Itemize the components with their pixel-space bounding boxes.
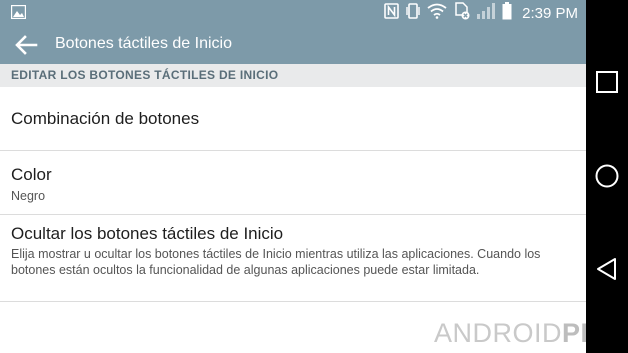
status-bar: 2:39 PM xyxy=(0,0,586,25)
status-time: 2:39 PM xyxy=(522,4,578,22)
watermark: ANDROIDPIT xyxy=(434,318,586,349)
battery-icon xyxy=(502,1,512,25)
wifi-icon xyxy=(427,3,447,24)
vibrate-icon xyxy=(406,2,420,25)
nfc-icon xyxy=(384,2,399,24)
setting-title: Combinación de botones xyxy=(11,109,200,128)
setting-button-combination[interactable]: Combinación de botones xyxy=(0,87,586,151)
setting-summary: Elija mostrar u ocultar los botones táct… xyxy=(11,247,541,277)
status-icons: 2:39 PM xyxy=(384,1,578,25)
back-button[interactable] xyxy=(12,32,40,58)
navigation-bar xyxy=(586,0,628,353)
setting-summary: Negro xyxy=(11,189,46,203)
settings-screen: 2:39 PM Botones táctiles de Inicio EDITA… xyxy=(0,0,586,353)
nav-back-button[interactable] xyxy=(586,249,628,289)
section-header: EDITAR LOS BOTONES TÁCTILES DE INICIO xyxy=(0,64,586,87)
arrow-left-icon xyxy=(15,35,38,55)
section-header-label: EDITAR LOS BOTONES TÁCTILES DE INICIO xyxy=(11,68,279,82)
home-icon xyxy=(595,164,619,188)
app-bar: Botones táctiles de Inicio xyxy=(0,25,586,64)
watermark-part2: PIT xyxy=(562,318,586,348)
recent-apps-icon xyxy=(596,71,618,93)
setting-hide-buttons[interactable]: Ocultar los botones táctiles de Inicio E… xyxy=(0,215,586,302)
setting-title: Color xyxy=(11,165,52,184)
signal-icon xyxy=(477,2,496,24)
setting-title: Ocultar los botones táctiles de Inicio xyxy=(11,224,284,243)
recent-apps-button[interactable] xyxy=(586,62,628,102)
home-button[interactable] xyxy=(586,156,628,196)
watermark-part1: ANDROID xyxy=(434,318,563,348)
page-title: Botones táctiles de Inicio xyxy=(55,35,232,52)
sim-no-icon xyxy=(454,1,470,25)
image-icon xyxy=(10,4,27,20)
setting-color[interactable]: Color Negro xyxy=(0,151,586,215)
back-triangle-icon xyxy=(597,258,616,280)
